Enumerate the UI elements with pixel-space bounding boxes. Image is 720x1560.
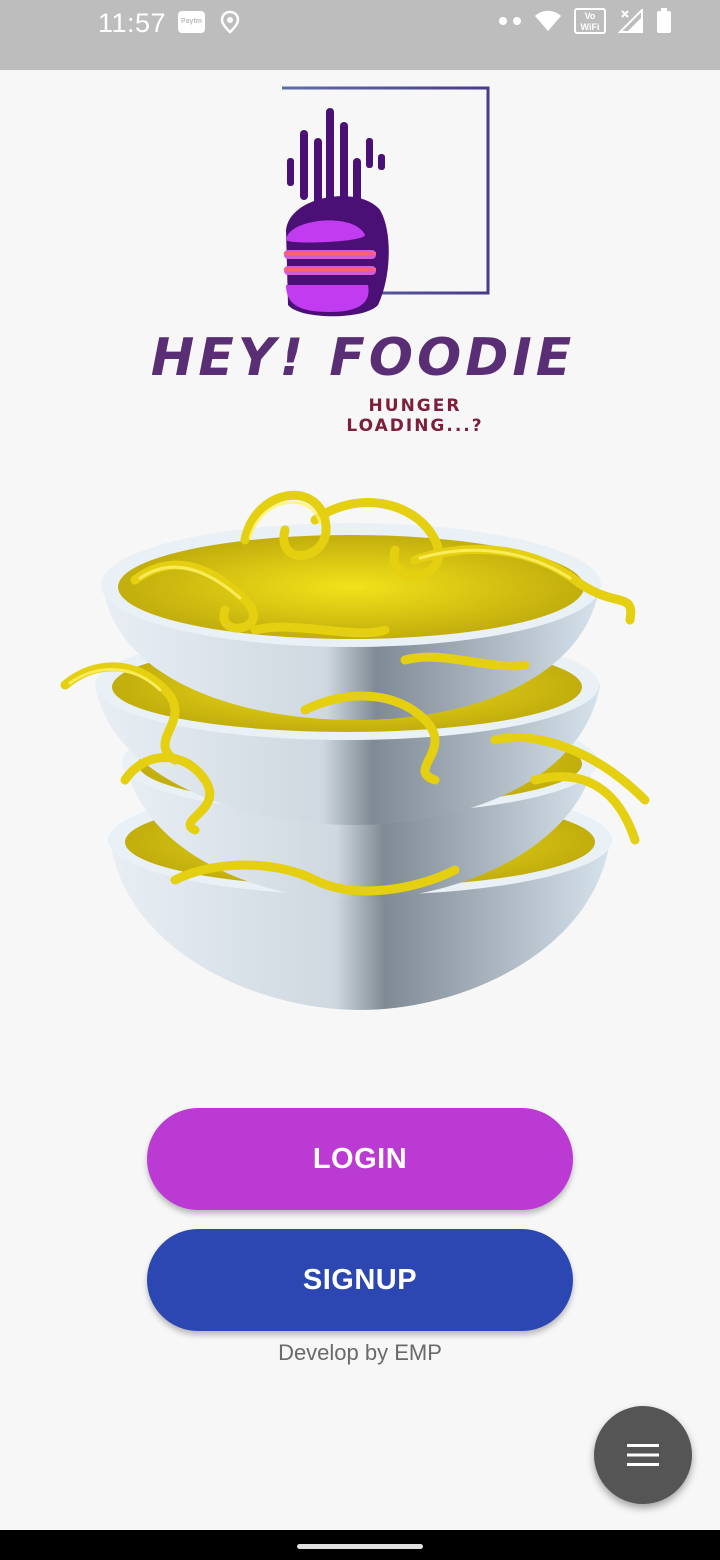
location-icon [220, 10, 240, 34]
status-bar: 11:57 Paytm Vo WiFi [0, 0, 720, 70]
dots-icon [499, 17, 521, 25]
menu-icon [627, 1444, 659, 1466]
login-button[interactable]: LOGIN [147, 1108, 573, 1210]
status-right-icons: Vo WiFi [498, 8, 672, 34]
menu-fab-button[interactable] [594, 1406, 692, 1504]
battery-icon [657, 8, 671, 33]
signup-button[interactable]: SIGNUP [147, 1229, 573, 1331]
app-tagline: HUNGER LOADING...? [346, 396, 484, 436]
svg-text:WiFi: WiFi [581, 22, 600, 32]
app-name: HEY! FOODIE [150, 328, 576, 388]
signal-icon [618, 9, 643, 33]
noodle-bowls-image [55, 480, 665, 1020]
wifi-icon [535, 10, 561, 31]
system-nav-bar [0, 1530, 720, 1560]
paytm-icon: Paytm [178, 11, 205, 33]
status-time: 11:57 [98, 8, 167, 38]
status-left-icons: Paytm [178, 10, 241, 34]
developer-credit: Develop by EMP [278, 1340, 442, 1365]
svg-text:Vo: Vo [585, 11, 596, 21]
vowifi-icon: Vo WiFi [574, 8, 606, 34]
home-gesture-handle[interactable] [297, 1544, 423, 1549]
burger-logo-icon [280, 86, 490, 317]
